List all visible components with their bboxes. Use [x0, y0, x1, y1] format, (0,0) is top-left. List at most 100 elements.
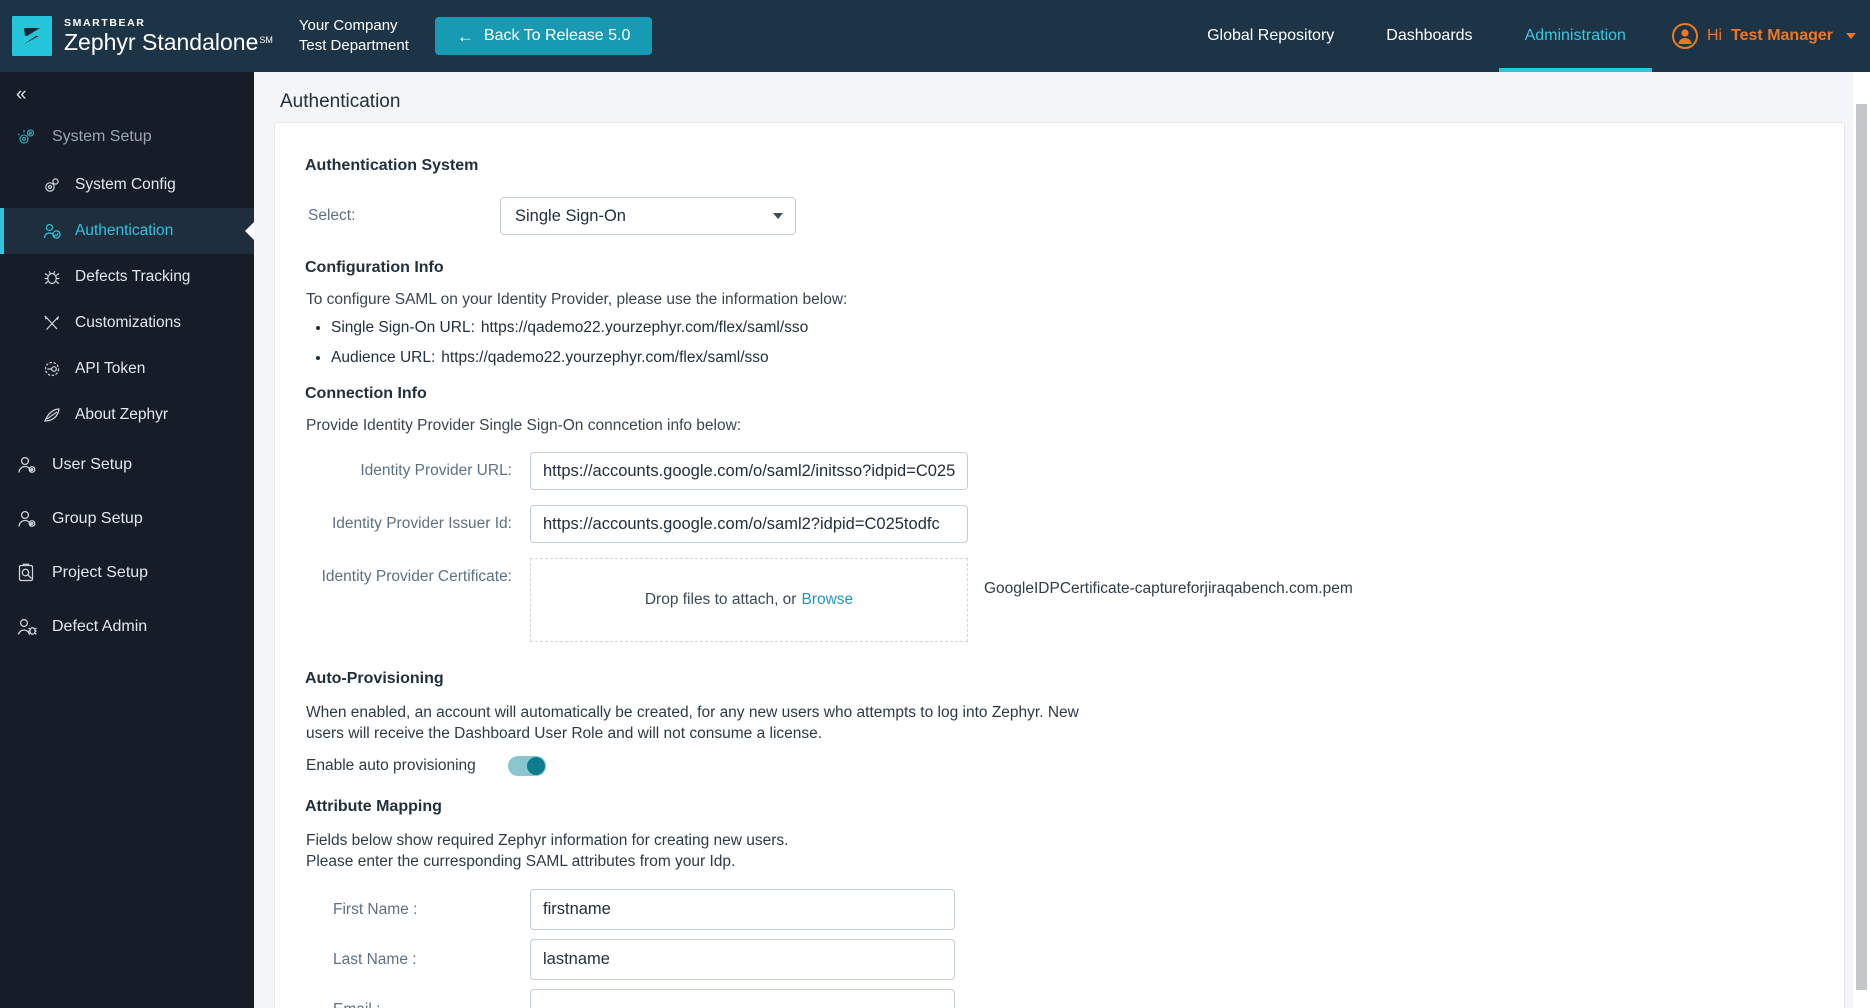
attribute-mapping-desc-line1: Fields below show required Zephyr inform… — [306, 832, 789, 849]
browse-link[interactable]: Browse — [801, 591, 853, 609]
api-gear-icon — [42, 359, 62, 379]
arrow-left-icon: ← — [456, 26, 474, 46]
user-check-icon — [42, 221, 62, 241]
company-name: Your Company — [298, 17, 398, 34]
sidebar-group-label: System Setup — [52, 128, 152, 145]
certificate-filename: GoogleIDPCertificate-captureforjiraqaben… — [984, 580, 1353, 597]
sidebar-item-defect-admin[interactable]: Defect Admin — [0, 600, 254, 654]
sidebar-item-authentication[interactable]: Authentication — [0, 208, 254, 254]
configuration-info-intro: To configure SAML on your Identity Provi… — [306, 291, 848, 308]
auto-provisioning-desc-line2: users will receive the Dashboard User Ro… — [306, 725, 823, 742]
sso-url-key: Single Sign-On URL: — [331, 319, 475, 336]
last-name-label: Last Name : — [333, 950, 417, 968]
bug-icon — [42, 267, 62, 287]
sidebar-item-label: Defects Tracking — [75, 268, 191, 285]
idp-issuer-id-label: Identity Provider Issuer Id: — [331, 515, 512, 532]
authentication-card: Authentication System Select: Single Sig… — [274, 122, 1845, 1008]
content-scrollbar[interactable] — [1853, 72, 1870, 1008]
enable-auto-provisioning-label: Enable auto provisioning — [306, 757, 476, 774]
list-item: Single Sign-On URL: https://qademo22.your… — [331, 319, 1844, 337]
sidebar-item-defects-tracking[interactable]: Defects Tracking — [0, 254, 254, 300]
scrollbar-thumb[interactable] — [1856, 104, 1867, 990]
first-name-label: First Name : — [333, 900, 418, 918]
sidebar-collapse-button[interactable]: « — [0, 72, 44, 112]
main-content: Authentication Authentication System Sel… — [254, 72, 1870, 1008]
clipboard-search-icon — [16, 562, 38, 584]
pencil-ruler-icon — [42, 313, 62, 333]
sidebar: « System Setup System Config Authenticat… — [0, 72, 254, 1008]
select-label: Select: — [308, 207, 356, 224]
sidebar-item-label: About Zephyr — [75, 406, 169, 423]
user-menu[interactable]: Hi Test Manager — [1652, 0, 1870, 72]
enable-auto-provisioning-toggle[interactable] — [508, 755, 546, 776]
list-item: Audience URL: https://qademo22.yourzephyr… — [331, 349, 1844, 367]
sidebar-item-label: Customizations — [75, 314, 181, 331]
section-title-auto-provisioning: Auto-Provisioning — [305, 670, 444, 687]
nav-administration[interactable]: Administration — [1498, 0, 1653, 72]
last-name-input[interactable] — [530, 939, 955, 980]
department-name: Test Department — [298, 37, 409, 54]
sidebar-group-system-setup[interactable]: System Setup — [0, 112, 254, 162]
zephyr-logo-icon — [12, 16, 52, 56]
sidebar-item-label: Defect Admin — [52, 618, 148, 635]
toggle-knob — [527, 756, 545, 775]
section-title-connection-info: Connection Info — [305, 385, 427, 402]
page-title: Authentication — [280, 91, 401, 112]
connection-info-intro: Provide Identity Provider Single Sign-On… — [306, 417, 742, 434]
idp-url-input[interactable] — [530, 452, 968, 490]
section-title-attribute-mapping: Attribute Mapping — [305, 798, 442, 815]
gears-icon — [16, 126, 38, 148]
leaf-icon — [42, 405, 62, 425]
sidebar-item-label: User Setup — [52, 456, 133, 473]
brand-product-name: Zephyr Standalone — [64, 28, 259, 55]
audience-url-value: https://qademo22.yourzephyr.com/flex/sam… — [441, 349, 769, 366]
section-title-configuration-info: Configuration Info — [305, 259, 444, 276]
back-to-release-button[interactable]: ← Back To Release 5.0 — [434, 17, 653, 55]
brand[interactable]: SMARTBEAR Zephyr StandaloneSM — [0, 16, 273, 56]
top-bar: SMARTBEAR Zephyr StandaloneSM Your Compa… — [0, 0, 1870, 72]
sidebar-item-system-config[interactable]: System Config — [0, 162, 254, 208]
user-bug-icon — [16, 616, 38, 638]
configuration-info-list: Single Sign-On URL: https://qademo22.your… — [331, 319, 1844, 367]
sso-url-value: https://qademo22.yourzephyr.com/flex/sam… — [480, 319, 809, 336]
company-info: Your Company Test Department — [299, 16, 409, 56]
top-navigation: Global Repository Dashboards Administrat… — [1181, 0, 1870, 72]
gear-icon — [42, 175, 62, 195]
sidebar-item-label: Project Setup — [52, 564, 149, 581]
email-input[interactable] — [530, 989, 955, 1008]
certificate-dropzone[interactable]: Drop files to attach, or Browse — [530, 558, 968, 642]
sidebar-item-project-setup[interactable]: Project Setup — [0, 546, 254, 600]
section-title-authentication-system: Authentication System — [305, 157, 479, 174]
sidebar-item-label: Group Setup — [52, 510, 143, 527]
authentication-system-select[interactable]: Single Sign-On — [500, 197, 796, 235]
first-name-input[interactable] — [530, 889, 955, 930]
brand-smartbear: SMARTBEAR — [64, 17, 146, 30]
chevron-down-icon — [773, 213, 783, 219]
idp-certificate-label: Identity Provider Certificate: — [321, 568, 512, 585]
sidebar-item-label: System Config — [75, 176, 176, 193]
sidebar-item-label: API Token — [75, 360, 146, 377]
sidebar-item-user-setup[interactable]: User Setup — [0, 438, 254, 492]
avatar-icon — [1671, 23, 1698, 49]
attribute-mapping-desc-line2: Please enter the curresponding SAML attr… — [306, 853, 736, 870]
user-name: Test Manager — [1731, 27, 1833, 44]
sidebar-item-api-token[interactable]: API Token — [0, 346, 254, 392]
user-greeting: Hi — [1706, 27, 1723, 44]
back-to-release-label: Back To Release 5.0 — [483, 27, 631, 44]
nav-dashboards[interactable]: Dashboards — [1360, 0, 1498, 72]
auto-provisioning-desc-line1: When enabled, an account will automatica… — [306, 704, 1079, 721]
sidebar-item-label: Authentication — [75, 222, 174, 239]
chevron-down-icon — [1846, 33, 1856, 39]
nav-global-repository[interactable]: Global Repository — [1181, 0, 1360, 72]
idp-issuer-id-input[interactable] — [530, 505, 968, 543]
dropzone-text: Drop files to attach, or — [644, 591, 797, 608]
email-label: Email : — [308, 1001, 530, 1008]
user-gear-icon — [16, 454, 38, 476]
sidebar-item-group-setup[interactable]: Group Setup — [0, 492, 254, 546]
group-gear-icon — [16, 508, 38, 530]
idp-url-label: Identity Provider URL: — [360, 462, 512, 479]
brand-sm-mark: SM — [259, 35, 273, 46]
audience-url-key: Audience URL: — [331, 349, 436, 366]
sidebar-item-about-zephyr[interactable]: About Zephyr — [0, 392, 254, 438]
sidebar-item-customizations[interactable]: Customizations — [0, 300, 254, 346]
